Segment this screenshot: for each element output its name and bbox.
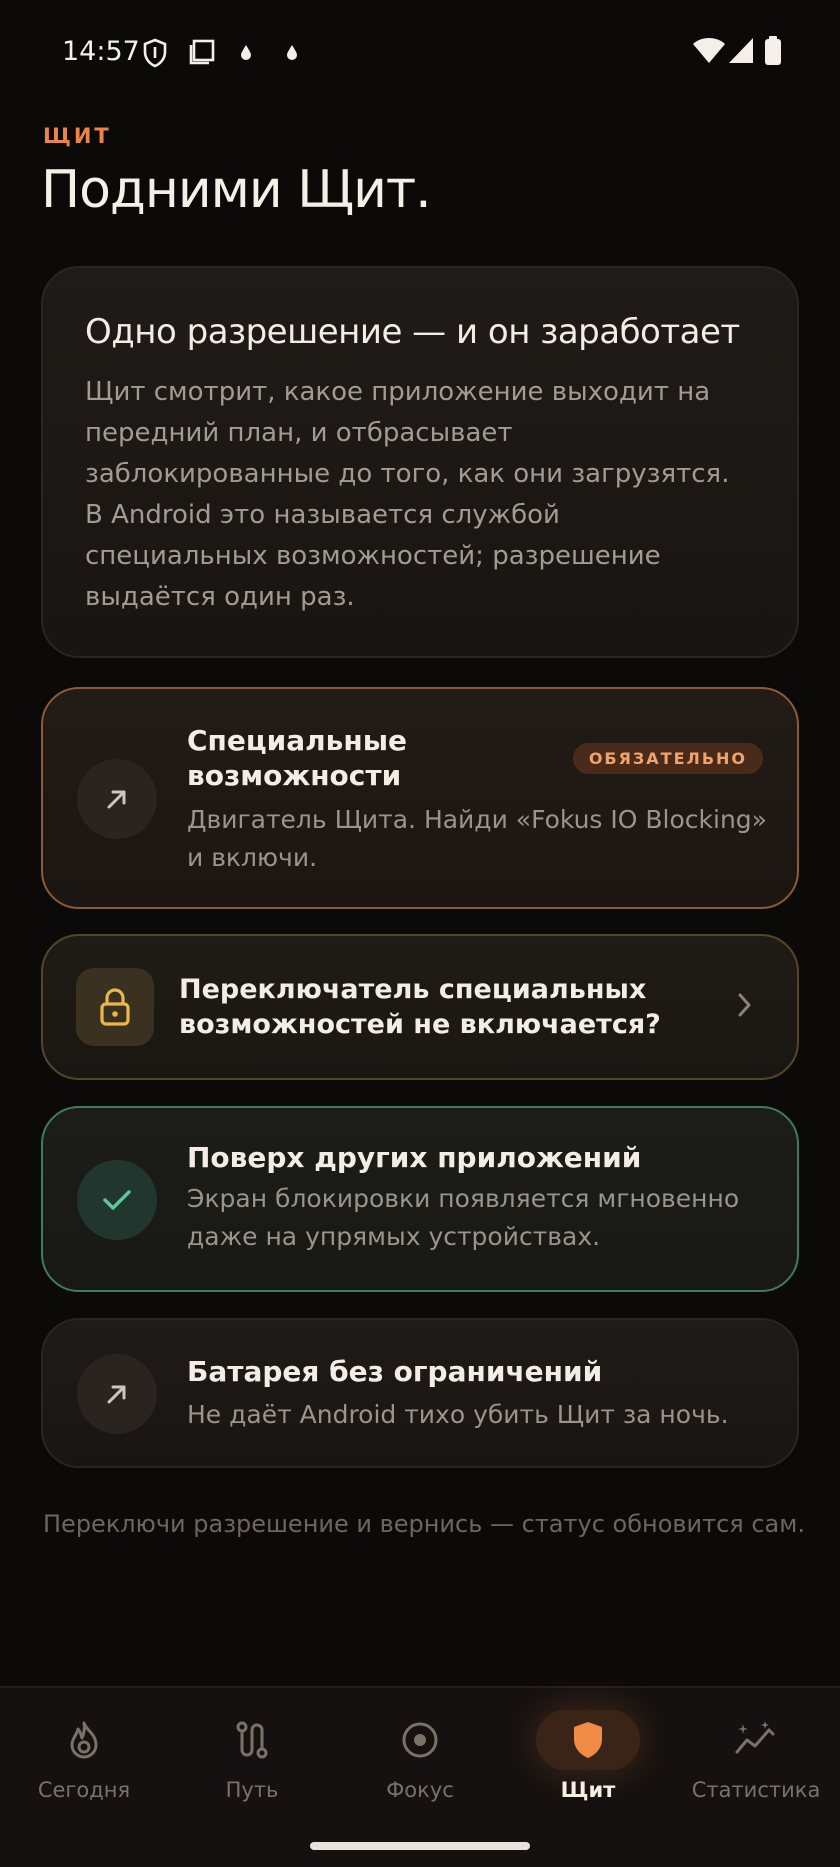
signal-icon <box>728 36 754 68</box>
permission-title-line: возможности <box>187 759 402 792</box>
shield-icon <box>536 1710 640 1770</box>
permission-desc-line: даже на упрямых устройствах. <box>187 1222 601 1251</box>
permission-overlay-card[interactable]: Поверх других приложений Экран блокировк… <box>41 1106 799 1292</box>
info-line: Щит смотрит, какое приложение выходит на <box>85 377 711 407</box>
arrow-up-right-icon <box>77 759 157 839</box>
permission-desc: Двигатель Щита. Найди «Fokus IO Blocking… <box>187 801 767 877</box>
permission-title: Батарея без ограничений <box>187 1355 603 1388</box>
nav-item-today[interactable]: Сегодня <box>0 1688 168 1828</box>
nav-item-stats[interactable]: Статистика <box>672 1688 840 1828</box>
nav-item-path[interactable]: Путь <box>168 1688 336 1828</box>
nav-label: Сегодня <box>37 1778 131 1802</box>
vpn-shield-icon <box>142 38 168 72</box>
permission-accessibility-card[interactable]: Специальные возможности ОБЯЗАТЕЛЬНО Двиг… <box>41 687 799 909</box>
nav-label: Путь <box>225 1778 279 1802</box>
battery-icon <box>764 36 782 70</box>
help-card-text: Переключатель специальных возможностей н… <box>179 972 661 1042</box>
status-time: 14:57 <box>62 36 140 67</box>
info-line: выдаётся один раз. <box>85 582 355 612</box>
section-eyebrow: ЩИТ <box>43 124 112 148</box>
info-card-title: Одно разрешение — и он заработает <box>85 312 740 352</box>
nav-label: Щит <box>560 1778 616 1802</box>
permission-title: Специальные возможности <box>187 723 407 793</box>
permission-desc-line: Двигатель Щита. Найди «Fokus IO Blocking… <box>187 805 767 834</box>
path-icon <box>200 1710 304 1770</box>
nav-item-shield[interactable]: Щит <box>504 1688 672 1828</box>
permission-title-line: Специальные <box>187 724 408 757</box>
flame-icon <box>32 1710 136 1770</box>
bottom-nav: Сегодня Путь Фокус Щит Статистика <box>0 1686 840 1867</box>
info-card: Одно разрешение — и он заработает Щит см… <box>41 266 799 658</box>
arrow-up-right-icon <box>77 1354 157 1434</box>
permission-title: Поверх других приложений <box>187 1141 642 1174</box>
info-line: специальных возможностей; разрешение <box>85 541 661 571</box>
permission-desc: Не даёт Android тихо убить Щит за ночь. <box>187 1400 729 1429</box>
status-bar: 14:57 <box>0 0 840 104</box>
permission-desc: Экран блокировки появляется мгновенно да… <box>187 1180 739 1256</box>
accessibility-help-card[interactable]: Переключатель специальных возможностей н… <box>41 934 799 1080</box>
wifi-icon <box>692 36 726 68</box>
lock-icon <box>76 968 154 1046</box>
stats-icon <box>704 1710 808 1770</box>
permission-battery-card[interactable]: Батарея без ограничений Не даёт Android … <box>41 1318 799 1468</box>
permission-desc-line: Экран блокировки появляется мгновенно <box>187 1184 740 1213</box>
permission-desc-line: и включи. <box>187 843 318 872</box>
nav-label: Фокус <box>386 1778 454 1802</box>
info-card-text: Щит смотрит, какое приложение выходит на… <box>85 372 755 618</box>
info-line: заблокированные до того, как они загрузя… <box>85 459 730 489</box>
target-icon <box>368 1710 472 1770</box>
drop-icon <box>286 44 298 64</box>
nav-item-focus[interactable]: Фокус <box>336 1688 504 1828</box>
info-line: В Android это называется службой <box>85 500 560 530</box>
nav-label: Статистика <box>691 1778 821 1802</box>
drop-icon <box>240 44 252 64</box>
check-icon <box>77 1160 157 1240</box>
required-badge: ОБЯЗАТЕЛЬНО <box>572 743 763 774</box>
info-line: передний план, и отбрасывает <box>85 418 513 448</box>
home-indicator[interactable] <box>310 1842 530 1850</box>
chevron-right-icon <box>737 992 753 1022</box>
help-text-line: возможностей не включается? <box>179 1009 661 1040</box>
help-text-line: Переключатель специальных <box>179 974 647 1005</box>
page-title: Подними Щит. <box>41 160 432 220</box>
screenshot-icon <box>188 38 216 70</box>
footer-note: Переключи разрешение и вернись — статус … <box>43 1510 805 1538</box>
